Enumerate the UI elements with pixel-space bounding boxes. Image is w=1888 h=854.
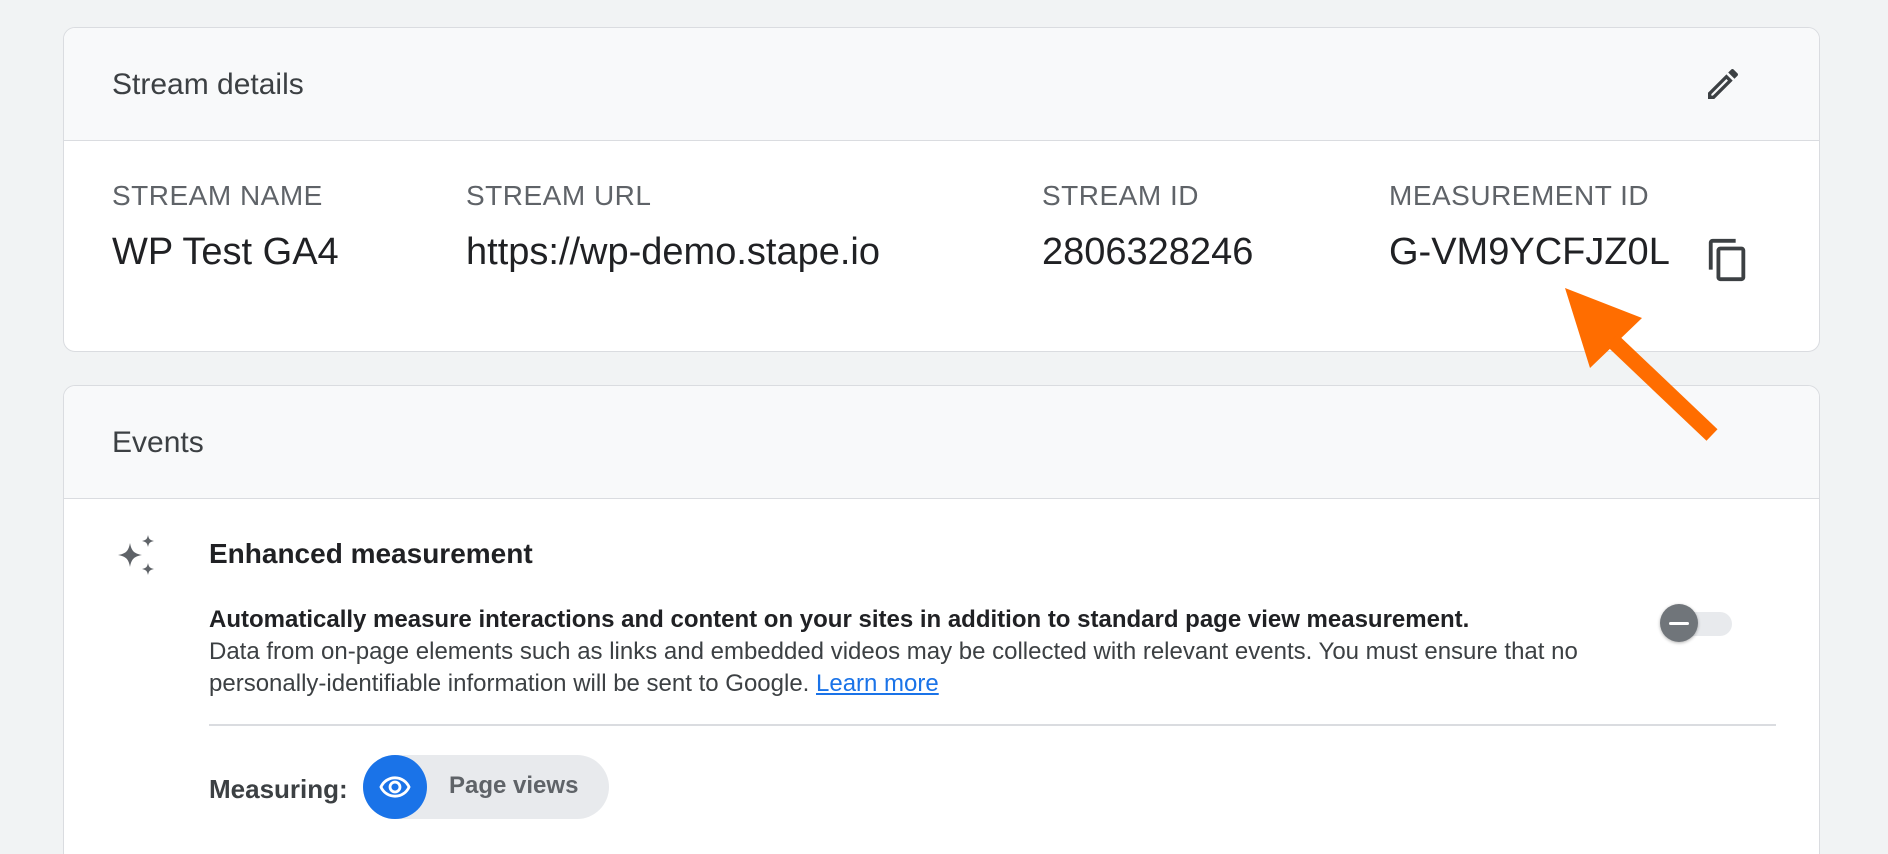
toggle-thumb <box>1660 604 1698 642</box>
eye-icon <box>379 776 411 798</box>
stream-name-value: WP Test GA4 <box>112 231 339 273</box>
stream-url-value: https://wp-demo.stape.io <box>466 231 880 273</box>
copy-icon <box>1708 238 1746 282</box>
measurement-id-label: MEASUREMENT ID <box>1389 180 1650 211</box>
eye-icon-badge <box>363 755 427 819</box>
ga4-stream-page: Stream details STREAM NAME WP Test GA4 S… <box>0 0 1888 854</box>
stream-id-field: STREAM ID 2806328246 <box>1042 178 1253 276</box>
measurement-id-value[interactable]: G-VM9YCFJZ0L <box>1389 228 1670 276</box>
page-views-chip-label: Page views <box>449 772 579 799</box>
sparkle-icon <box>118 535 154 575</box>
minus-icon <box>1669 621 1689 625</box>
events-title: Events <box>112 426 204 459</box>
edit-stream-button[interactable] <box>1701 62 1745 106</box>
enhanced-measurement-description-bold: Automatically measure interactions and c… <box>209 606 1470 633</box>
stream-details-header: Stream details <box>64 28 1819 141</box>
stream-id-value: 2806328246 <box>1042 231 1254 273</box>
measurement-id-field: MEASUREMENT ID G-VM9YCFJZ0L <box>1389 178 1670 276</box>
measuring-label: Measuring: <box>209 774 348 804</box>
copy-measurement-id-button[interactable] <box>1704 234 1752 286</box>
events-header: Events <box>64 386 1819 499</box>
stream-name-label: STREAM NAME <box>112 180 323 211</box>
events-card: Events Enhanced measurement Automaticall… <box>63 385 1820 854</box>
enhanced-measurement-title: Enhanced measurement <box>209 538 533 569</box>
stream-url-label: STREAM URL <box>466 180 652 211</box>
enhanced-measurement-description: Automatically measure interactions and c… <box>209 604 1669 700</box>
stream-details-card: Stream details STREAM NAME WP Test GA4 S… <box>63 27 1820 352</box>
stream-id-label: STREAM ID <box>1042 180 1199 211</box>
pencil-icon <box>1708 69 1739 99</box>
stream-name-field: STREAM NAME WP Test GA4 <box>112 178 339 276</box>
enhanced-measurement-toggle[interactable] <box>1660 601 1736 645</box>
learn-more-link[interactable]: Learn more <box>816 670 939 697</box>
page-views-chip[interactable]: Page views <box>363 755 609 819</box>
stream-details-title: Stream details <box>112 68 304 101</box>
divider <box>209 724 1776 726</box>
stream-url-field: STREAM URL https://wp-demo.stape.io <box>466 178 880 276</box>
